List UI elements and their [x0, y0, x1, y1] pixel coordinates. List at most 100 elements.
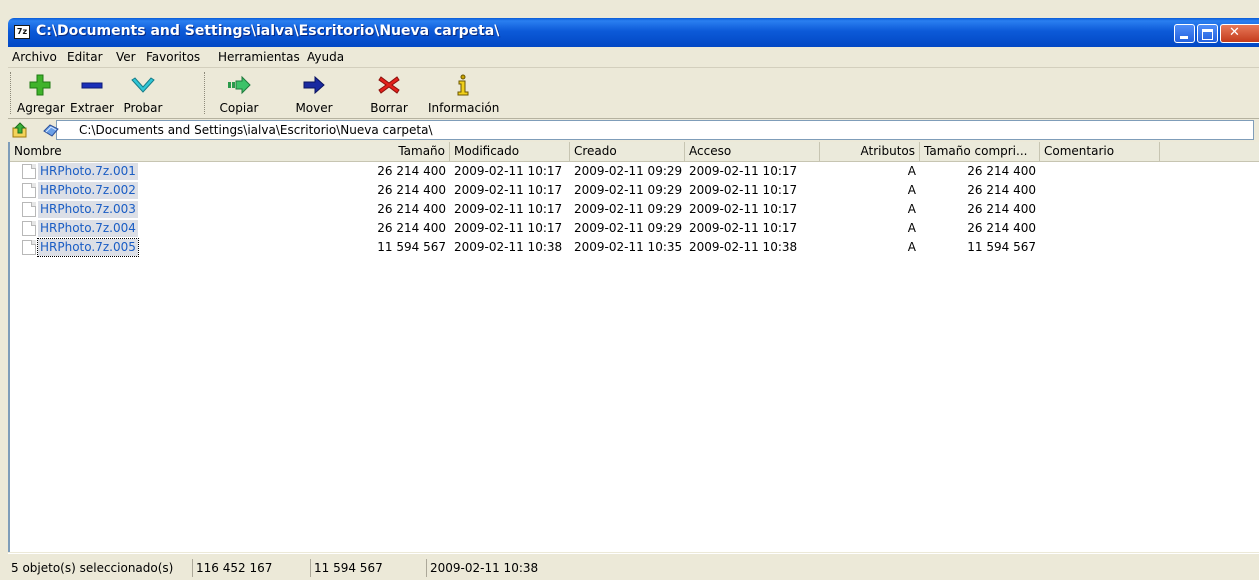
- file-created: 2009-02-11 10:35: [574, 240, 683, 254]
- move-arrow-icon: [303, 75, 325, 95]
- main-window: 7z C:\Documents and Settings\ialva\Escri…: [8, 18, 1259, 580]
- status-focused-size: 11 594 567: [310, 559, 383, 577]
- column-tamano-comprimido[interactable]: Tamaño compri...: [920, 142, 1040, 161]
- file-size: 11 594 567: [377, 240, 446, 254]
- column-atributos[interactable]: Atributos: [820, 142, 920, 161]
- menu-editar[interactable]: Editar: [67, 50, 103, 64]
- column-creado[interactable]: Creado: [570, 142, 685, 161]
- file-list[interactable]: Nombre Tamaño Modificado Creado Acceso A…: [8, 142, 1259, 552]
- close-button[interactable]: [1220, 24, 1259, 43]
- file-created: 2009-02-11 09:29: [574, 164, 683, 178]
- file-attributes: A: [907, 183, 916, 197]
- file-accessed: 2009-02-11 10:17: [689, 221, 798, 235]
- file-packed-size: 26 214 400: [967, 202, 1036, 216]
- file-modified: 2009-02-11 10:38: [454, 240, 563, 254]
- file-packed-size: 26 214 400: [967, 221, 1036, 235]
- file-packed-size: 11 594 567: [967, 240, 1036, 254]
- file-attributes: A: [907, 240, 916, 254]
- file-size: 26 214 400: [377, 202, 446, 216]
- menu-bar: Archivo Editar Ver Favoritos Herramienta…: [8, 47, 1259, 68]
- column-acceso[interactable]: Acceso: [685, 142, 820, 161]
- agregar-button[interactable]: Agregar: [17, 70, 65, 116]
- column-modificado[interactable]: Modificado: [450, 142, 570, 161]
- copiar-label: Copiar: [219, 101, 259, 115]
- file-packed-size: 26 214 400: [967, 183, 1036, 197]
- file-size: 26 214 400: [377, 183, 446, 197]
- check-chevron-icon: [131, 77, 155, 93]
- mover-label: Mover: [295, 101, 333, 115]
- title-bar[interactable]: 7z C:\Documents and Settings\ialva\Escri…: [8, 18, 1259, 47]
- file-name: HRPhoto.7z.001: [38, 163, 138, 180]
- probar-label: Probar: [123, 101, 163, 115]
- file-row[interactable]: HRPhoto.7z.002 26 214 400 2009-02-11 10:…: [10, 181, 1259, 200]
- probar-button[interactable]: Probar: [120, 70, 166, 116]
- delete-x-icon: [378, 76, 400, 94]
- file-icon: [22, 202, 36, 217]
- file-row[interactable]: HRPhoto.7z.004 26 214 400 2009-02-11 10:…: [10, 219, 1259, 238]
- file-accessed: 2009-02-11 10:38: [689, 240, 798, 254]
- file-modified: 2009-02-11 10:17: [454, 202, 563, 216]
- file-name: HRPhoto.7z.003: [38, 201, 138, 218]
- file-row[interactable]: HRPhoto.7z.001 26 214 400 2009-02-11 10:…: [10, 162, 1259, 181]
- file-name: HRPhoto.7z.002: [38, 182, 138, 199]
- toolbar: Agregar Extraer Probar Copiar Mover Borr…: [8, 68, 1259, 119]
- list-header: Nombre Tamaño Modificado Creado Acceso A…: [10, 142, 1259, 162]
- file-attributes: A: [907, 202, 916, 216]
- file-icon: [22, 164, 36, 179]
- column-tamano[interactable]: Tamaño: [350, 142, 450, 161]
- file-packed-size: 26 214 400: [967, 164, 1036, 178]
- menu-favoritos[interactable]: Favoritos: [146, 50, 200, 64]
- folder-up-icon[interactable]: [12, 122, 28, 138]
- address-input[interactable]: C:\Documents and Settings\ialva\Escritor…: [43, 120, 1254, 140]
- agregar-label: Agregar: [17, 101, 65, 115]
- file-created: 2009-02-11 09:29: [574, 202, 683, 216]
- status-total-size: 116 452 167: [192, 559, 272, 577]
- toolbar-grip[interactable]: [10, 72, 14, 114]
- minimize-button[interactable]: [1174, 24, 1195, 43]
- drive-icon: [43, 124, 59, 137]
- file-attributes: A: [907, 164, 916, 178]
- column-comentario[interactable]: Comentario: [1040, 142, 1160, 161]
- status-bar: 5 objeto(s) seleccionado(s) 116 452 167 …: [8, 553, 1259, 580]
- mover-button[interactable]: Mover: [290, 70, 338, 116]
- file-modified: 2009-02-11 10:17: [454, 164, 563, 178]
- app-7zip-icon[interactable]: 7z: [14, 25, 30, 39]
- menu-ver[interactable]: Ver: [116, 50, 136, 64]
- file-size: 26 214 400: [377, 164, 446, 178]
- file-icon: [22, 221, 36, 236]
- menu-herramientas[interactable]: Herramientas: [218, 50, 300, 64]
- file-name: HRPhoto.7z.004: [38, 220, 138, 237]
- informacion-label: Información: [428, 101, 500, 115]
- borrar-label: Borrar: [370, 101, 408, 115]
- plus-icon: [29, 74, 51, 96]
- maximize-button[interactable]: [1197, 24, 1218, 43]
- informacion-button[interactable]: Información: [428, 70, 500, 116]
- menu-ayuda[interactable]: Ayuda: [307, 50, 344, 64]
- file-row[interactable]: HRPhoto.7z.005 11 594 567 2009-02-11 10:…: [10, 238, 1259, 257]
- file-icon: [22, 183, 36, 198]
- status-selection: 5 objeto(s) seleccionado(s): [11, 561, 174, 575]
- file-name: HRPhoto.7z.005: [37, 238, 139, 257]
- file-created: 2009-02-11 09:29: [574, 221, 683, 235]
- extraer-label: Extraer: [70, 101, 114, 115]
- minus-icon: [81, 82, 103, 89]
- file-modified: 2009-02-11 10:17: [454, 221, 563, 235]
- file-size: 26 214 400: [377, 221, 446, 235]
- file-row[interactable]: HRPhoto.7z.003 26 214 400 2009-02-11 10:…: [10, 200, 1259, 219]
- copiar-button[interactable]: Copiar: [213, 70, 265, 116]
- file-accessed: 2009-02-11 10:17: [689, 202, 798, 216]
- toolbar-grip-2[interactable]: [204, 72, 208, 114]
- borrar-button[interactable]: Borrar: [366, 70, 412, 116]
- file-accessed: 2009-02-11 10:17: [689, 183, 798, 197]
- window-title: C:\Documents and Settings\ialva\Escritor…: [36, 23, 500, 39]
- copy-arrow-icon: [228, 75, 251, 95]
- file-icon: [22, 240, 36, 255]
- status-focused-modified: 2009-02-11 10:38: [426, 559, 538, 577]
- file-attributes: A: [907, 221, 916, 235]
- address-path: C:\Documents and Settings\ialva\Escritor…: [79, 123, 433, 137]
- address-bar: C:\Documents and Settings\ialva\Escritor…: [8, 119, 1259, 143]
- info-icon: [457, 74, 469, 96]
- menu-archivo[interactable]: Archivo: [12, 50, 57, 64]
- file-accessed: 2009-02-11 10:17: [689, 164, 798, 178]
- extraer-button[interactable]: Extraer: [70, 70, 114, 116]
